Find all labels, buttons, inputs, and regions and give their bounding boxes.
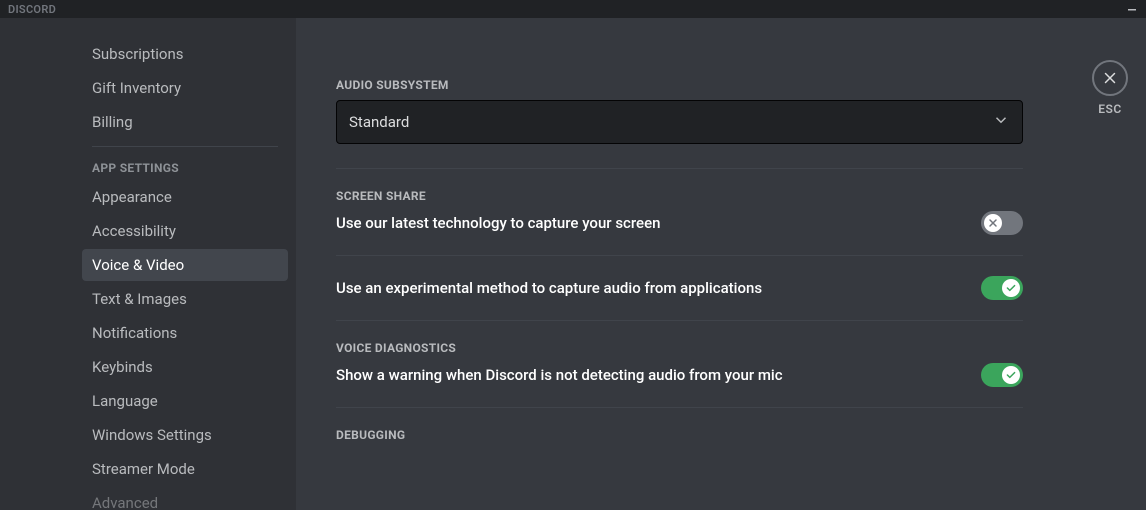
sidebar-item-language[interactable]: Language bbox=[82, 385, 288, 417]
voice-diagnostics-section: VOICE DIAGNOSTICS Show a warning when Di… bbox=[336, 341, 1023, 408]
screen-capture-tech-row: Use our latest technology to capture you… bbox=[336, 211, 1023, 255]
screen-share-section: SCREEN SHARE Use our latest technology t… bbox=[336, 189, 1023, 321]
sidebar-item-accessibility[interactable]: Accessibility bbox=[82, 215, 288, 247]
experimental-audio-capture-row: Use an experimental method to capture au… bbox=[336, 276, 1023, 320]
sidebar-item-streamer-mode[interactable]: Streamer Mode bbox=[82, 453, 288, 485]
sidebar-item-advanced[interactable]: Advanced bbox=[82, 487, 288, 510]
mic-warning-toggle[interactable] bbox=[981, 363, 1023, 387]
debugging-section: DEBUGGING bbox=[336, 428, 1023, 442]
chevron-down-icon bbox=[992, 111, 1010, 133]
sidebar-item-keybinds[interactable]: Keybinds bbox=[82, 351, 288, 383]
divider bbox=[336, 320, 1023, 321]
screen-capture-tech-toggle[interactable] bbox=[981, 211, 1023, 235]
sidebar-item-subscriptions[interactable]: Subscriptions bbox=[82, 38, 288, 70]
app-title: DISCORD bbox=[8, 3, 56, 16]
voice-diagnostics-header: VOICE DIAGNOSTICS bbox=[336, 341, 1023, 355]
divider bbox=[336, 168, 1023, 169]
sidebar-item-billing[interactable]: Billing bbox=[82, 106, 288, 138]
mic-warning-label: Show a warning when Discord is not detec… bbox=[336, 366, 783, 384]
screen-share-header: SCREEN SHARE bbox=[336, 189, 1023, 203]
sidebar-item-notifications[interactable]: Notifications bbox=[82, 317, 288, 349]
close-label: ESC bbox=[1098, 102, 1121, 116]
close-button[interactable] bbox=[1092, 60, 1128, 96]
audio-subsystem-section: AUDIO SUBSYSTEM Standard bbox=[336, 78, 1023, 144]
window-controls bbox=[1126, 3, 1138, 15]
sidebar-divider bbox=[92, 146, 278, 147]
toggle-handle bbox=[1002, 366, 1020, 384]
sidebar-item-windows-settings[interactable]: Windows Settings bbox=[82, 419, 288, 451]
debugging-header: DEBUGGING bbox=[336, 428, 1023, 442]
toggle-handle bbox=[984, 214, 1002, 232]
sidebar-item-gift-inventory[interactable]: Gift Inventory bbox=[82, 72, 288, 104]
close-icon bbox=[1101, 69, 1119, 87]
settings-content: AUDIO SUBSYSTEM Standard SCREEN SHARE Us… bbox=[296, 18, 1146, 510]
close-area: ESC bbox=[1092, 60, 1128, 116]
audio-subsystem-select[interactable]: Standard bbox=[336, 100, 1023, 144]
settings-sidebar: Subscriptions Gift Inventory Billing APP… bbox=[0, 18, 296, 510]
sidebar-item-appearance[interactable]: Appearance bbox=[82, 181, 288, 213]
screen-capture-tech-label: Use our latest technology to capture you… bbox=[336, 214, 660, 232]
divider bbox=[336, 255, 1023, 256]
sidebar-item-voice-video[interactable]: Voice & Video bbox=[82, 249, 288, 281]
sidebar-item-text-images[interactable]: Text & Images bbox=[82, 283, 288, 315]
audio-subsystem-header: AUDIO SUBSYSTEM bbox=[336, 78, 1023, 92]
divider bbox=[336, 407, 1023, 408]
experimental-audio-capture-label: Use an experimental method to capture au… bbox=[336, 279, 762, 297]
sidebar-section-header: APP SETTINGS bbox=[82, 155, 288, 181]
minimize-icon[interactable] bbox=[1126, 3, 1138, 15]
select-value: Standard bbox=[349, 113, 409, 131]
toggle-handle bbox=[1002, 279, 1020, 297]
titlebar: DISCORD bbox=[0, 0, 1146, 18]
mic-warning-row: Show a warning when Discord is not detec… bbox=[336, 363, 1023, 407]
experimental-audio-capture-toggle[interactable] bbox=[981, 276, 1023, 300]
